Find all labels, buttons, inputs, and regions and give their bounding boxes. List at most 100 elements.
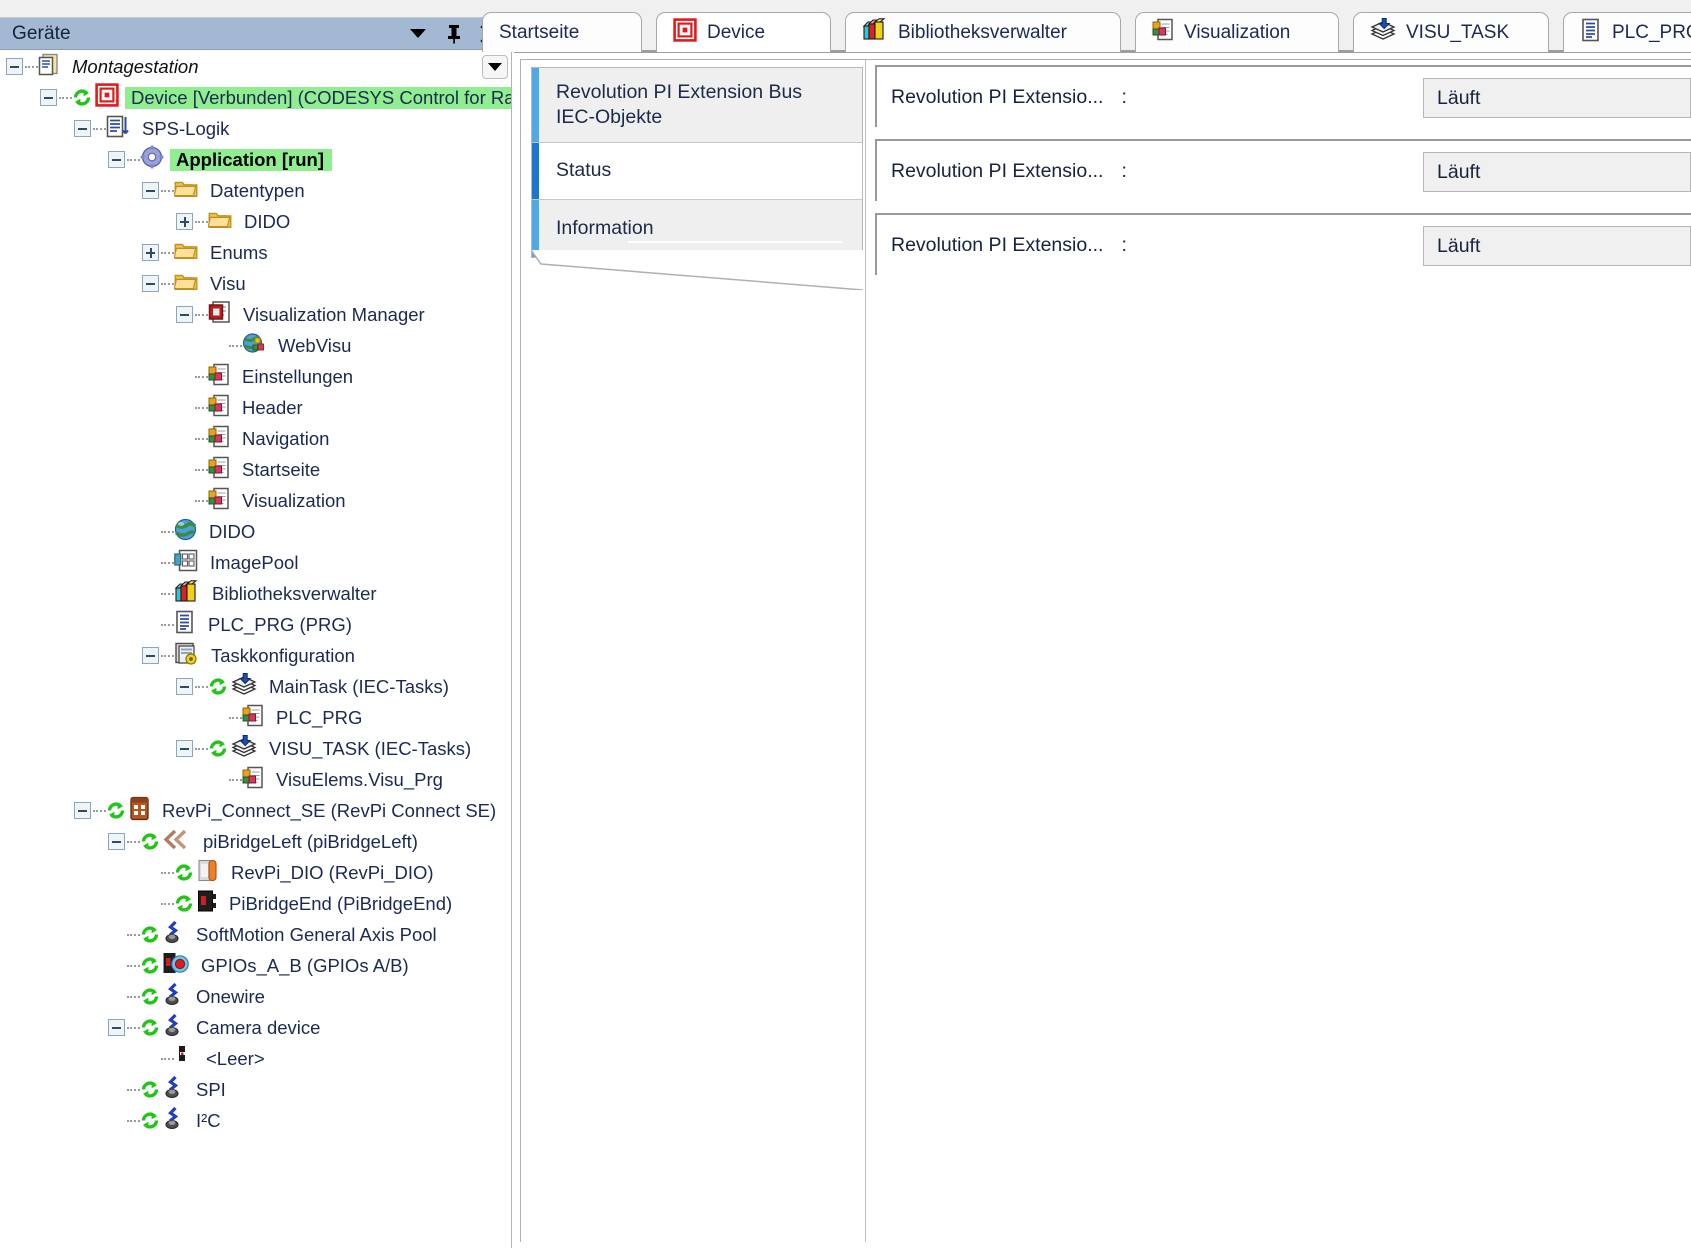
pin-icon[interactable] (444, 24, 464, 44)
expand-icon[interactable] (176, 213, 193, 230)
tree-item[interactable]: PLC_PRG (PRG) (0, 609, 511, 640)
editor-nav-item[interactable]: Revolution PI Extension Bus IEC-Objekte (532, 68, 862, 143)
tree-connector-line (127, 158, 140, 161)
tree-item[interactable]: RevPi_Connect_SE (RevPi Connect SE) (0, 795, 511, 826)
online-refresh-icon (140, 1080, 160, 1099)
tree-item[interactable]: Camera device (0, 1012, 511, 1043)
expand-icon[interactable] (142, 244, 159, 261)
collapse-icon[interactable] (6, 58, 23, 75)
tree-item[interactable]: Application [run] (0, 144, 511, 175)
status-row-label: Revolution PI Extensio... (891, 85, 1104, 108)
tree-item[interactable]: GPIOs_A_B (GPIOs A/B) (0, 950, 511, 981)
tree-item[interactable]: <Leer> (0, 1043, 511, 1074)
collapse-icon[interactable] (176, 306, 193, 323)
status-rows-container: Revolution PI Extensio...: Läuft Revolutio… (875, 65, 1691, 1242)
tree-item[interactable]: Bibliotheksverwalter (0, 578, 511, 609)
online-refresh-icon (140, 987, 160, 1006)
axis-pool-icon (163, 982, 184, 1011)
tree-item-label: Bibliotheksverwalter (212, 582, 377, 604)
device-tree[interactable]: Montagestation Device [Verbunden] (CODESY… (0, 51, 512, 1248)
tree-item[interactable]: MainTask (IEC-Tasks) (0, 671, 511, 702)
tree-item[interactable]: SoftMotion General Axis Pool (0, 919, 511, 950)
tree-item[interactable]: Navigation (0, 423, 511, 454)
empty-slot-icon (174, 1045, 194, 1072)
tree-item[interactable]: DIDO (0, 206, 511, 237)
tree-item[interactable]: Einstellungen (0, 361, 511, 392)
gpio-icon (163, 952, 189, 980)
online-refresh-icon (140, 1111, 160, 1130)
editor-nav-list[interactable]: Revolution PI Extension Bus IEC-Objekte S… (531, 67, 863, 258)
tree-item[interactable]: Header (0, 392, 511, 423)
editor-tab[interactable]: PLC_PRG (1563, 12, 1691, 52)
tree-item-label: VISU_TASK (IEC-Tasks) (269, 737, 472, 759)
editor-tab[interactable]: VISU_TASK (1353, 12, 1549, 52)
tree-item[interactable]: Device [Verbunden] (CODESYS Control for … (0, 82, 511, 113)
status-row-separator: : (1121, 233, 1127, 256)
tree-item[interactable]: DIDO (0, 516, 511, 547)
chevron-down-icon[interactable] (408, 24, 428, 44)
tree-item[interactable]: RevPi_DIO (RevPi_DIO) (0, 857, 511, 888)
status-row-label: Revolution PI Extensio... (891, 233, 1104, 256)
collapse-icon[interactable] (74, 802, 91, 819)
nav-item-accent-bar (532, 200, 539, 257)
editor-tab[interactable]: Bibliotheksverwalter (845, 12, 1121, 52)
status-row: Revolution PI Extensio...: Läuft (875, 139, 1691, 201)
tree-item[interactable]: Taskkonfiguration (0, 640, 511, 671)
tree-item[interactable]: I²C (0, 1105, 511, 1136)
tree-connector-line (25, 65, 38, 68)
status-value-box: Läuft (1423, 226, 1691, 266)
collapse-icon[interactable] (74, 120, 91, 137)
tree-item[interactable]: ImagePool (0, 547, 511, 578)
pibridge-end-icon (197, 890, 217, 917)
tree-item[interactable]: Onewire (0, 981, 511, 1012)
tree-item[interactable]: VISU_TASK (IEC-Tasks) (0, 733, 511, 764)
editor-tab[interactable]: Startseite (482, 12, 642, 52)
tree-item[interactable]: PLC_PRG (0, 702, 511, 733)
collapse-icon[interactable] (40, 89, 57, 106)
tree-item[interactable]: Startseite (0, 454, 511, 485)
visu-page-icon (1152, 18, 1174, 47)
visualization-manager-icon (208, 300, 231, 329)
tree-connector-line (93, 809, 106, 812)
collapse-icon[interactable] (176, 678, 193, 695)
online-refresh-icon (208, 677, 228, 696)
tree-connector-line (229, 716, 242, 719)
tree-item[interactable]: Visualization (0, 485, 511, 516)
editor-inner-frame: Revolution PI Extension Bus IEC-Objekte S… (520, 59, 1691, 1242)
tree-dropdown-button[interactable] (482, 55, 508, 79)
tree-item[interactable]: Datentypen (0, 175, 511, 206)
panel-top-strip (0, 0, 514, 18)
status-row: Revolution PI Extensio...: Läuft (875, 65, 1691, 127)
editor-tab-strip[interactable]: Startseite Device Bibliotheksverwalter Visu… (482, 0, 1691, 52)
tree-item-label: Device [Verbunden] (CODESYS Control for … (125, 86, 511, 109)
tree-item[interactable]: SPI (0, 1074, 511, 1105)
axis-pool-icon (163, 1075, 184, 1104)
editor-nav-item[interactable]: Status (532, 143, 862, 200)
collapse-icon[interactable] (108, 151, 125, 168)
tree-item[interactable]: Visualization Manager (0, 299, 511, 330)
status-row: Revolution PI Extensio...: Läuft (875, 213, 1691, 275)
collapse-icon[interactable] (142, 182, 159, 199)
tree-item[interactable]: Enums (0, 237, 511, 268)
tree-item[interactable]: VisuElems.Visu_Prg (0, 764, 511, 795)
globe-icon (174, 518, 197, 546)
tree-item[interactable]: WebVisu (0, 330, 511, 361)
device-icon (95, 83, 119, 112)
tree-item-label: I²C (196, 1109, 221, 1131)
tree-item[interactable]: Montagestation (0, 51, 511, 82)
tree-item[interactable]: piBridgeLeft (piBridgeLeft) (0, 826, 511, 857)
editor-nav-item[interactable]: Information (532, 200, 862, 257)
status-value-box: Läuft (1423, 152, 1691, 192)
tree-item[interactable]: PiBridgeEnd (PiBridgeEnd) (0, 888, 511, 919)
tree-item[interactable]: Visu (0, 268, 511, 299)
online-refresh-icon (208, 739, 228, 758)
collapse-icon[interactable] (108, 1019, 125, 1036)
tree-item[interactable]: SPS-Logik (0, 113, 511, 144)
editor-tab[interactable]: Device (656, 12, 831, 52)
collapse-icon[interactable] (176, 740, 193, 757)
collapse-icon[interactable] (108, 833, 125, 850)
collapse-icon[interactable] (142, 647, 159, 664)
revpi-icon (129, 796, 150, 826)
editor-tab[interactable]: Visualization (1135, 12, 1339, 52)
collapse-icon[interactable] (142, 275, 159, 292)
